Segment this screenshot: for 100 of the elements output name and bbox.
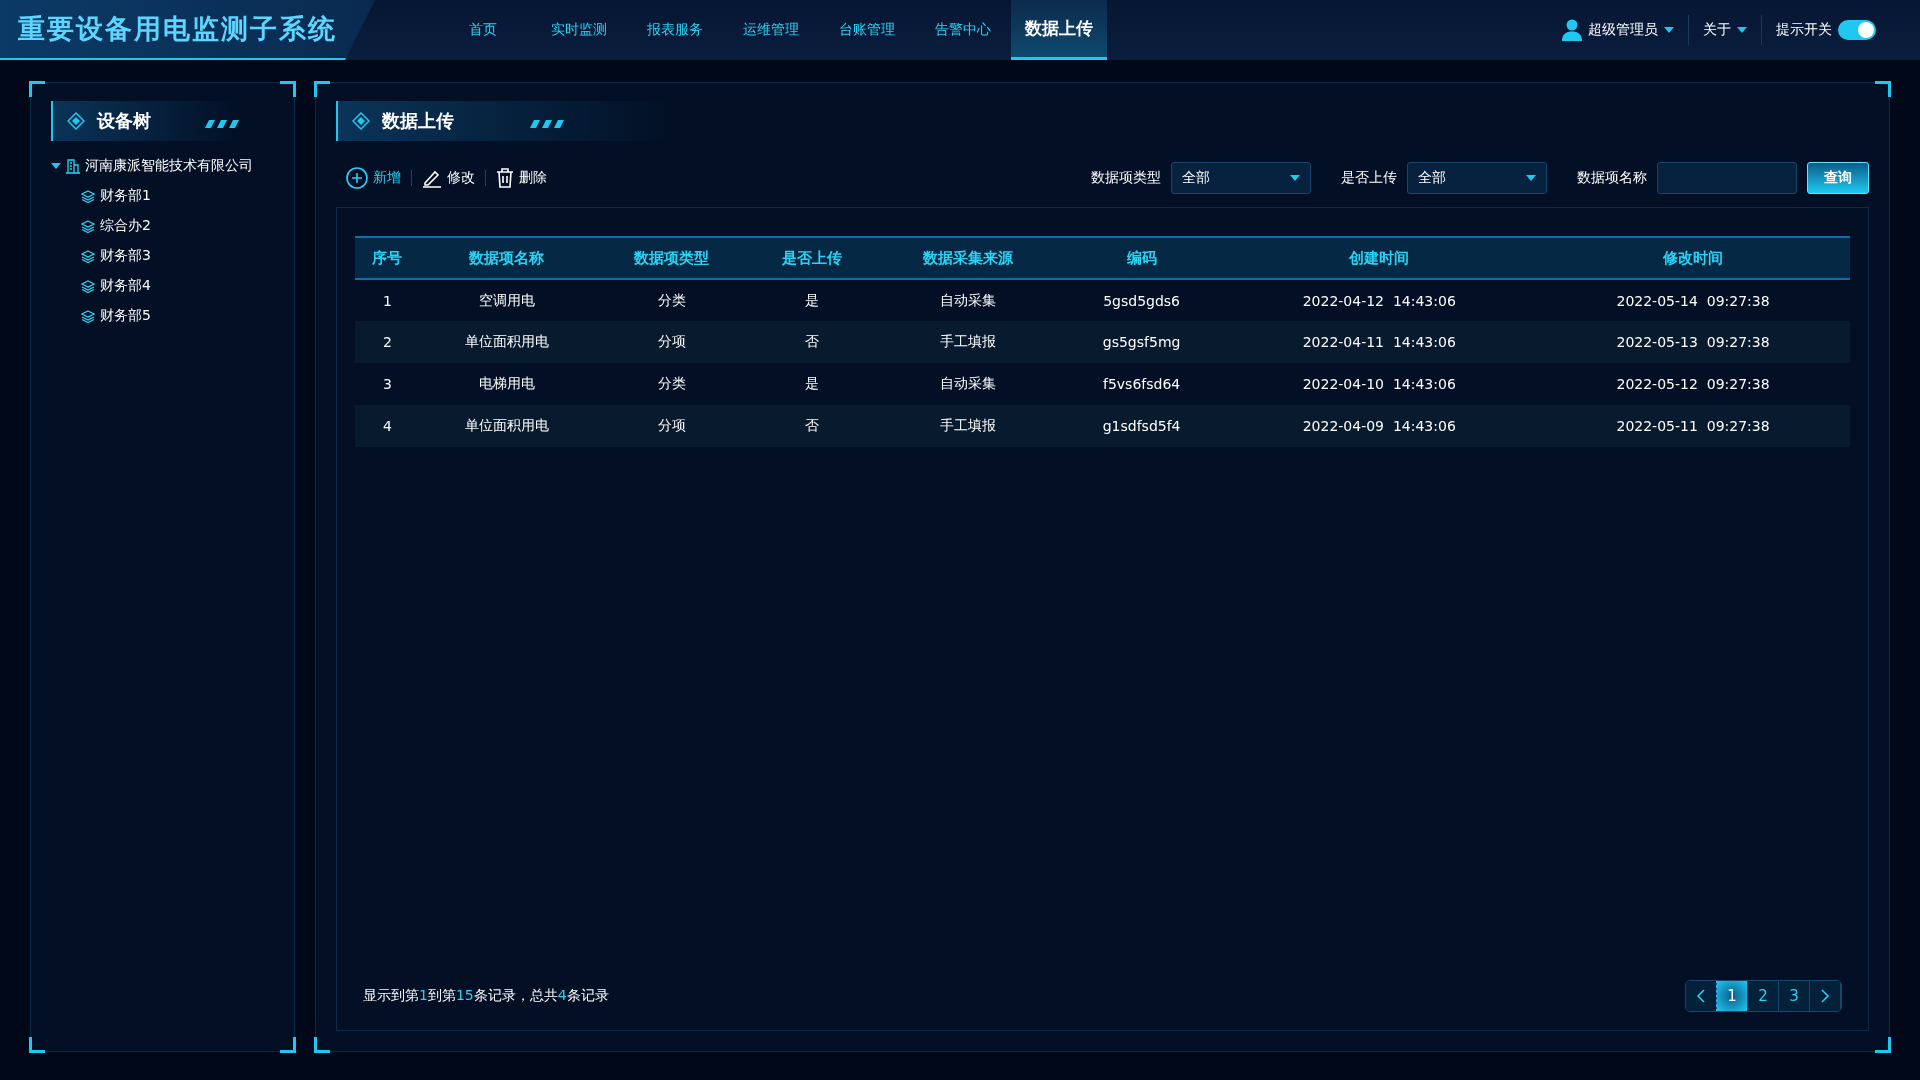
building-icon <box>66 158 80 174</box>
nav-tab[interactable]: 告警中心 <box>915 0 1011 60</box>
user-icon <box>1562 19 1582 41</box>
nav-tab[interactable]: 实时监测 <box>531 0 627 60</box>
table-cell: 分类 <box>593 363 750 405</box>
table-cell: 否 <box>749 321 875 363</box>
column-header: 修改时间 <box>1536 237 1850 279</box>
table-cell: 是 <box>749 363 875 405</box>
table-cell: gs5gsf5mg <box>1060 321 1223 363</box>
layers-icon <box>81 219 95 233</box>
table-cell: 自动采集 <box>874 363 1061 405</box>
table-cell: 空调用电 <box>419 279 594 321</box>
table-cell: 手工填报 <box>874 321 1061 363</box>
corner-bracket <box>29 81 45 97</box>
input-field[interactable] <box>1657 162 1797 194</box>
table-cell: f5vs6fsd64 <box>1060 363 1223 405</box>
table-cell: 5gsd5gds6 <box>1060 279 1223 321</box>
toggle-label: 提示开关 <box>1776 21 1832 39</box>
caret-icon <box>1290 175 1300 181</box>
column-header: 创建时间 <box>1222 237 1537 279</box>
tree-item[interactable]: 财务部5 <box>51 301 274 331</box>
add-button[interactable]: 新增 <box>336 167 411 189</box>
table-cell: 3 <box>355 363 420 405</box>
select-field[interactable]: 全部 <box>1171 162 1311 194</box>
table-cell: 2022-04-09 14:43:06 <box>1222 405 1537 447</box>
table-cell: 4 <box>355 405 420 447</box>
page-button[interactable]: 3 <box>1779 981 1810 1011</box>
column-header: 序号 <box>355 237 420 279</box>
layers-icon <box>81 309 95 323</box>
first-page-button[interactable] <box>1686 981 1717 1011</box>
edit-button[interactable]: 修改 <box>412 168 485 188</box>
layers-icon <box>81 279 95 293</box>
table-cell: 2 <box>355 321 420 363</box>
corner-bracket <box>1875 81 1891 97</box>
nav-tab[interactable]: 台账管理 <box>819 0 915 60</box>
trash-icon <box>496 168 514 188</box>
diamond-icon <box>67 112 85 130</box>
table-cell: 2022-05-12 09:27:38 <box>1536 363 1850 405</box>
chevron-left-icon <box>1696 989 1706 1003</box>
nav-tab[interactable]: 首页 <box>435 0 531 60</box>
table-cell: 单位面积用电 <box>419 321 594 363</box>
table-cell: 2022-04-10 14:43:06 <box>1222 363 1537 405</box>
tree-item[interactable]: 财务部3 <box>51 241 274 271</box>
table-cell: 否 <box>749 405 875 447</box>
column-header: 数据项名称 <box>419 237 594 279</box>
nav-tab[interactable]: 报表服务 <box>627 0 723 60</box>
column-header: 数据采集来源 <box>874 237 1061 279</box>
corner-bracket <box>314 81 330 97</box>
page-button[interactable]: 2 <box>1748 981 1779 1011</box>
tree-item[interactable]: 综合办2 <box>51 211 274 241</box>
app-title: 重要设备用电监测子系统 <box>0 0 375 60</box>
corner-bracket <box>280 81 296 97</box>
last-page-button[interactable] <box>1810 981 1841 1011</box>
plus-circle-icon <box>346 167 368 189</box>
filter-label: 数据项类型 <box>1091 169 1161 187</box>
table-cell: 2022-04-12 14:43:06 <box>1222 279 1537 321</box>
table-cell: 分类 <box>593 279 750 321</box>
layers-icon <box>81 189 95 203</box>
user-name[interactable]: 超级管理员 <box>1588 21 1658 39</box>
table-cell: 2022-05-14 09:27:38 <box>1536 279 1850 321</box>
column-header: 编码 <box>1060 237 1223 279</box>
select-field[interactable]: 全部 <box>1407 162 1547 194</box>
caret-icon <box>1664 27 1674 33</box>
corner-bracket <box>280 1037 296 1053</box>
column-header: 是否上传 <box>749 237 875 279</box>
table-cell: 手工填报 <box>874 405 1061 447</box>
chevron-right-icon <box>1820 989 1830 1003</box>
table-cell: 2022-05-13 09:27:38 <box>1536 321 1850 363</box>
caret-icon <box>1526 175 1536 181</box>
caret-icon <box>1737 27 1747 33</box>
delete-button[interactable]: 删除 <box>486 168 557 188</box>
corner-bracket <box>29 1037 45 1053</box>
tree-item[interactable]: 财务部1 <box>51 181 274 211</box>
corner-bracket <box>1875 1037 1891 1053</box>
column-header: 数据项类型 <box>593 237 750 279</box>
tree-item[interactable]: 河南康派智能技术有限公司 <box>51 151 274 181</box>
table-cell: 2022-04-11 14:43:06 <box>1222 321 1537 363</box>
table-cell: 电梯用电 <box>419 363 594 405</box>
page-button[interactable]: 1 <box>1717 981 1748 1011</box>
nav-tab[interactable]: 数据上传 <box>1011 0 1107 60</box>
pencil-icon <box>422 168 442 188</box>
caret-icon <box>51 163 61 169</box>
diamond-icon <box>352 112 370 130</box>
table-cell: 1 <box>355 279 420 321</box>
table-cell: 是 <box>749 279 875 321</box>
about-menu[interactable]: 关于 <box>1703 21 1731 39</box>
nav-tab[interactable]: 运维管理 <box>723 0 819 60</box>
tree-item[interactable]: 财务部4 <box>51 271 274 301</box>
table-cell: g1sdfsd5f4 <box>1060 405 1223 447</box>
table-cell: 单位面积用电 <box>419 405 594 447</box>
panel-title: 数据上传 <box>382 109 454 133</box>
table-cell: 2022-05-11 09:27:38 <box>1536 405 1850 447</box>
filter-label: 是否上传 <box>1341 169 1397 187</box>
record-summary: 显示到第1到第15条记录，总共4条记录 <box>363 987 609 1005</box>
toggle-switch[interactable] <box>1838 20 1876 40</box>
query-button[interactable]: 查询 <box>1807 162 1869 194</box>
filter-label: 数据项名称 <box>1577 169 1647 187</box>
panel-title: 设备树 <box>97 109 151 133</box>
table-cell: 分项 <box>593 405 750 447</box>
table-cell: 分项 <box>593 321 750 363</box>
